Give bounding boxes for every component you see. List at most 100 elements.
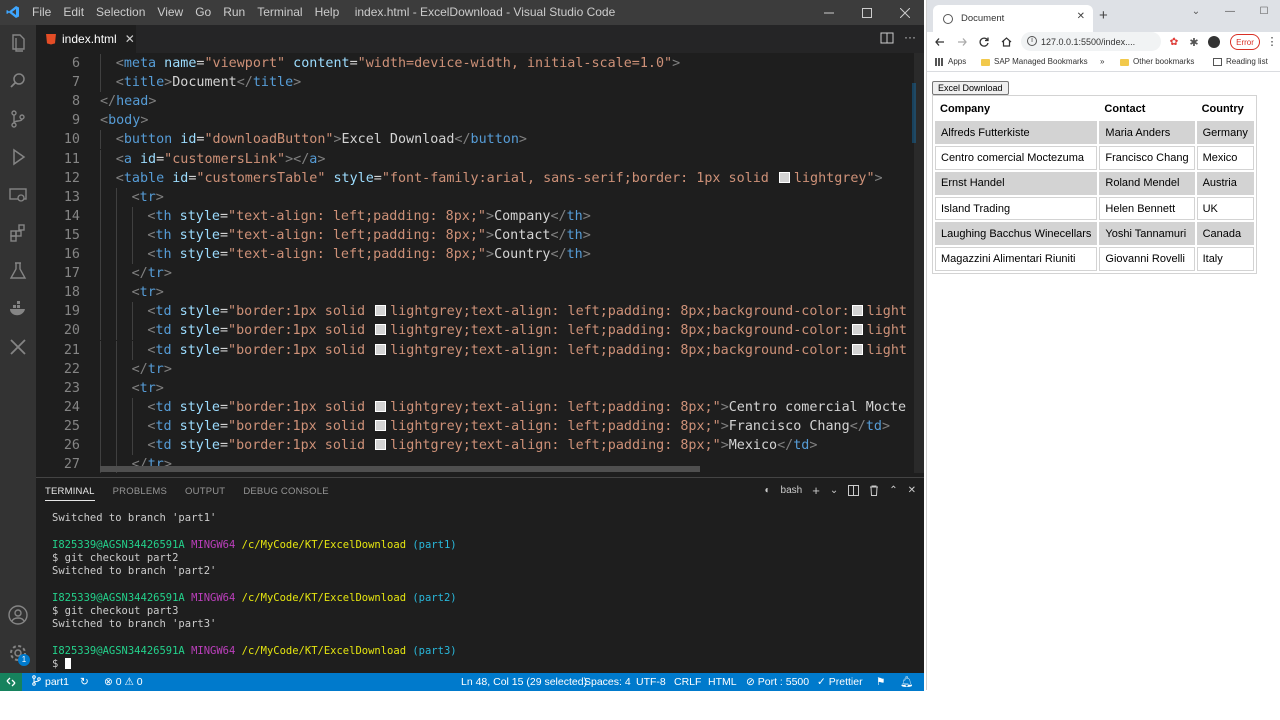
new-terminal-icon[interactable]: + [812, 483, 820, 498]
line-number: 24 [63, 399, 80, 415]
status-prettier[interactable]: ✓ Prettier [817, 673, 863, 691]
panel-tab-debug-console[interactable]: DEBUG CONSOLE [243, 486, 328, 497]
status-live-server[interactable]: ⊘ Port : 5500 [746, 673, 809, 691]
terminal-segment: Switched to branch 'part3' [52, 618, 217, 631]
tools-icon[interactable] [6, 335, 30, 359]
bookmark-other[interactable]: Other bookmarks [1120, 52, 1194, 72]
extensions-icon[interactable] [6, 221, 30, 245]
terminal-line: Switched to branch 'part3' [52, 618, 912, 631]
testing-flask-icon[interactable] [6, 259, 30, 283]
terminal-output[interactable]: Switched to branch 'part1' I825339@AGSN34… [52, 512, 912, 672]
kill-terminal-trash-icon[interactable] [869, 485, 879, 496]
menu-file[interactable]: File [26, 0, 57, 25]
status-indentation[interactable]: Spaces: 4 [584, 673, 631, 691]
line-number: 26 [63, 438, 80, 453]
sync-icon[interactable]: ↻ [80, 673, 89, 691]
menu-go[interactable]: Go [189, 0, 217, 25]
minimize-button[interactable] [810, 0, 848, 25]
reload-icon[interactable] [975, 33, 993, 51]
split-editor-icon[interactable] [880, 31, 894, 45]
extensions-puzzle-icon[interactable]: ✱ [1185, 33, 1203, 51]
status-eol[interactable]: CRLF [674, 673, 701, 691]
docker-whale-icon[interactable] [6, 297, 30, 321]
split-terminal-icon[interactable] [848, 485, 860, 496]
status-cursor-position[interactable]: Ln 48, Col 15 (29 selected) [461, 673, 587, 691]
browser-tab-document[interactable]: Document ✕ [933, 5, 1093, 32]
terminal-line: $ git checkout part2 [52, 552, 912, 565]
status-encoding[interactable]: UTF-8 [636, 673, 666, 691]
editor-scroll-highlight [912, 83, 916, 143]
explorer-icon[interactable] [6, 31, 30, 55]
more-actions-icon[interactable]: ··· [904, 31, 916, 45]
editor-horizontal-scrollbar[interactable] [100, 466, 700, 472]
code-line: 11 <a id="customersLink"></a> [36, 149, 924, 169]
browser-tab-search-icon[interactable]: ⌄ [1179, 0, 1213, 22]
terminal-shell-name[interactable]: bash [781, 485, 803, 496]
table-cell: Laughing Bacchus Winecellars [935, 222, 1098, 246]
status-branch[interactable]: part1 [32, 673, 69, 691]
indent-guide [115, 397, 117, 417]
extension-icon[interactable]: ✿ [1165, 33, 1183, 51]
browser-maximize-button[interactable]: ☐ [1247, 0, 1280, 22]
bookmark-sap[interactable]: SAP Managed Bookmarks [981, 52, 1088, 72]
notifications-bell-icon[interactable]: 🔔︎ [900, 673, 913, 691]
new-tab-button[interactable]: + [1099, 7, 1108, 24]
settings-gear-icon[interactable]: 1 [6, 641, 30, 666]
line-number: 20 [63, 323, 80, 339]
status-problems[interactable]: ⊗ 0 ⚠ 0 [104, 673, 143, 691]
profile-avatar-icon[interactable] [1205, 33, 1223, 51]
column-header-contact: Contact [1104, 102, 1146, 115]
code-line: 7 <title>Document</title> [36, 73, 924, 93]
terminal-prompt-line[interactable]: $ [52, 658, 912, 671]
forward-arrow-icon[interactable] [953, 33, 971, 51]
menu-view[interactable]: View [151, 0, 189, 25]
code-line: 17 </tr> [36, 264, 924, 284]
search-icon[interactable] [6, 69, 30, 93]
terminal-segment: MINGW64 [191, 591, 242, 604]
close-browser-tab-icon[interactable]: ✕ [1077, 11, 1085, 22]
line-number: 13 [63, 189, 80, 205]
menu-edit[interactable]: Edit [57, 0, 90, 25]
remote-explorer-icon[interactable] [6, 183, 30, 207]
home-icon[interactable] [997, 33, 1015, 51]
bookmarks-overflow[interactable]: » [1100, 52, 1104, 72]
terminal-dropdown-icon[interactable]: ⌄ [830, 485, 838, 496]
feedback-icon[interactable]: ⚑ [876, 673, 885, 691]
menu-selection[interactable]: Selection [90, 0, 151, 25]
terminal-shell-icon[interactable]: ◐ [765, 485, 771, 496]
indent-guide [131, 340, 133, 360]
error-button[interactable]: Error [1230, 34, 1260, 50]
menu-run[interactable]: Run [217, 0, 251, 25]
indent-guide [115, 245, 117, 264]
source-control-icon[interactable] [6, 107, 30, 131]
back-arrow-icon[interactable] [931, 33, 949, 51]
panel-tab-output[interactable]: OUTPUT [185, 486, 225, 497]
close-window-button[interactable] [886, 0, 924, 25]
indent-guide [115, 378, 117, 398]
excel-download-button[interactable]: Excel Download [932, 81, 1009, 95]
panel-tab-problems[interactable]: PROBLEMS [113, 486, 167, 497]
remote-indicator-icon[interactable] [0, 673, 22, 691]
address-bar[interactable]: i 127.0.0.1:5500/index.... ☆ [1021, 32, 1179, 51]
run-debug-icon[interactable] [6, 145, 30, 169]
panel-tab-terminal[interactable]: TERMINAL [45, 486, 95, 501]
indent-guide [100, 359, 101, 379]
html5-file-icon [46, 33, 56, 45]
bookmark-reading-list[interactable]: Reading list [1213, 52, 1268, 72]
bookmark-apps[interactable]: Apps [935, 52, 966, 72]
maximize-button[interactable] [848, 0, 886, 25]
code-text: <th style="text-align: left;padding: 8px… [147, 227, 591, 243]
browser-menu-icon[interactable]: ⋮ [1263, 33, 1280, 51]
status-language[interactable]: HTML [708, 673, 737, 691]
close-panel-icon[interactable]: ✕ [908, 485, 916, 496]
tab-index-html[interactable]: index.html ✕ [36, 25, 136, 53]
account-icon[interactable] [6, 603, 30, 627]
browser-minimize-button[interactable]: — [1213, 0, 1247, 22]
close-tab-icon[interactable]: ✕ [125, 32, 135, 46]
code-editor[interactable]: 6 <meta name="viewport" content="width=de… [36, 53, 924, 473]
maximize-panel-icon[interactable]: ⌃ [889, 485, 897, 496]
indent-guide [100, 397, 101, 417]
code-line: 15 <th style="text-align: left;padding: 8… [36, 225, 924, 245]
table-cell: Canada [1196, 222, 1254, 246]
browser-window-controls: ⌄ — ☐ [1179, 0, 1280, 22]
